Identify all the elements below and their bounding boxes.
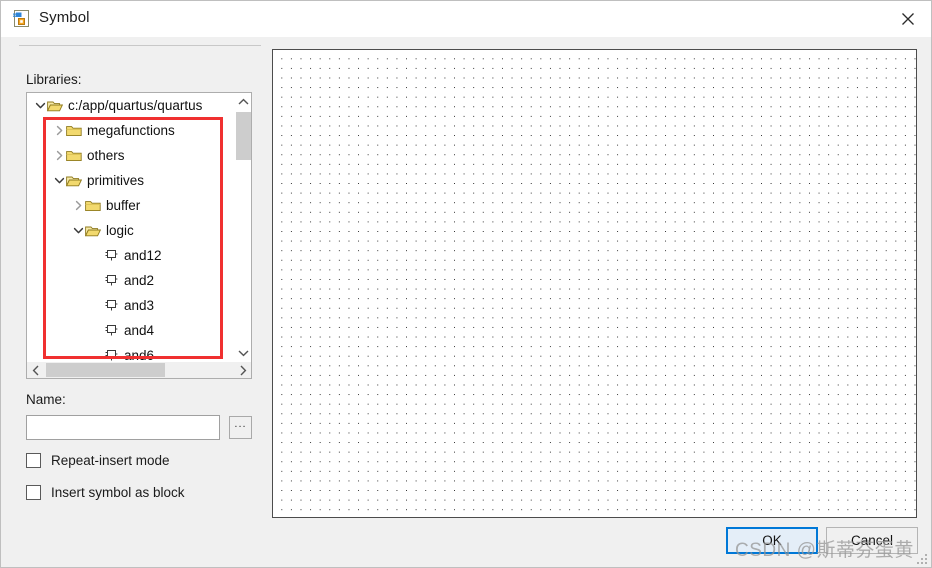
insert-symbol-as-block-label: Insert symbol as block [51, 485, 185, 500]
tree-item-label: primitives [87, 172, 145, 188]
chevron-down-icon[interactable] [71, 224, 85, 238]
repeat-insert-mode-checkbox[interactable]: Repeat-insert mode [26, 453, 170, 468]
folder-open-icon [47, 99, 63, 113]
chevron-down-icon[interactable] [52, 174, 66, 188]
tree-item-label: buffer [106, 197, 141, 213]
tree-item-megafunctions[interactable]: megafunctions [27, 118, 235, 143]
tree-item-label: and4 [124, 322, 155, 338]
name-input[interactable] [26, 415, 220, 440]
tree-item-buffer[interactable]: buffer [27, 193, 235, 218]
logic-symbol-icon [104, 349, 118, 362]
libraries-tree[interactable]: c:/app/quartus/quartus megafunctions other… [26, 92, 252, 379]
tree-vertical-scroll-thumb[interactable] [236, 112, 251, 160]
tree-item-label: logic [106, 222, 134, 238]
insert-symbol-as-block-checkbox[interactable]: Insert symbol as block [26, 485, 185, 500]
folder-icon [66, 124, 82, 138]
tree-item-and4[interactable]: and4 [27, 318, 235, 343]
title-bar: Symbol [1, 1, 931, 37]
tree-item-label: c:/app/quartus/quartus [68, 97, 203, 113]
tree-item-logic[interactable]: logic [27, 218, 235, 243]
tree-item-c-app-quartus-quartus[interactable]: c:/app/quartus/quartus [27, 93, 235, 118]
libraries-label: Libraries: [26, 72, 82, 87]
chevron-down-icon[interactable] [33, 99, 47, 113]
resize-grip[interactable] [915, 552, 927, 564]
tree-item-and12[interactable]: and12 [27, 243, 235, 268]
tree-item-and6[interactable]: and6 [27, 343, 235, 361]
tree-item-and2[interactable]: and2 [27, 268, 235, 293]
header-divider [19, 45, 261, 46]
folder-open-icon [66, 174, 82, 188]
checkbox-box[interactable] [26, 453, 41, 468]
window-title: Symbol [39, 9, 90, 26]
tree-vertical-scrollbar[interactable] [234, 93, 251, 361]
cancel-button[interactable]: Cancel [826, 527, 918, 554]
folder-icon [66, 149, 82, 163]
scroll-down-icon[interactable] [235, 344, 251, 361]
logic-symbol-icon [104, 324, 118, 338]
logic-symbol-icon [104, 299, 118, 313]
logic-symbol-icon [104, 274, 118, 288]
tree-item-label: and12 [124, 247, 162, 263]
tree-horizontal-scrollbar[interactable] [27, 361, 251, 378]
chevron-right-icon[interactable] [52, 124, 66, 138]
tree-item-primitives[interactable]: primitives [27, 168, 235, 193]
tree-item-label: and3 [124, 297, 155, 313]
browse-button[interactable]: ... [229, 416, 252, 439]
tree-horizontal-scroll-thumb[interactable] [46, 363, 165, 377]
scroll-up-icon[interactable] [235, 93, 251, 110]
scroll-left-icon[interactable] [27, 362, 44, 378]
libraries-tree-viewport: c:/app/quartus/quartus megafunctions other… [27, 93, 235, 361]
ok-button[interactable]: OK [726, 527, 818, 554]
symbol-dialog-window: Symbol Libraries: c:/app/quartus/quartus… [0, 0, 932, 568]
tree-item-others[interactable]: others [27, 143, 235, 168]
tree-item-label: and2 [124, 272, 155, 288]
tree-item-label: megafunctions [87, 122, 175, 138]
symbol-document-icon [12, 9, 31, 28]
chevron-right-icon[interactable] [71, 199, 85, 213]
chevron-right-icon[interactable] [52, 149, 66, 163]
name-label: Name: [26, 392, 66, 407]
close-icon[interactable] [885, 1, 931, 36]
repeat-insert-mode-label: Repeat-insert mode [51, 453, 170, 468]
logic-symbol-icon [104, 249, 118, 263]
tree-item-label: others [87, 147, 125, 163]
symbol-preview-canvas[interactable] [272, 49, 917, 518]
folder-icon [85, 199, 101, 213]
folder-open-icon [85, 224, 101, 238]
tree-item-and3[interactable]: and3 [27, 293, 235, 318]
checkbox-box[interactable] [26, 485, 41, 500]
scroll-right-icon[interactable] [234, 362, 251, 378]
tree-item-label: and6 [124, 347, 155, 361]
